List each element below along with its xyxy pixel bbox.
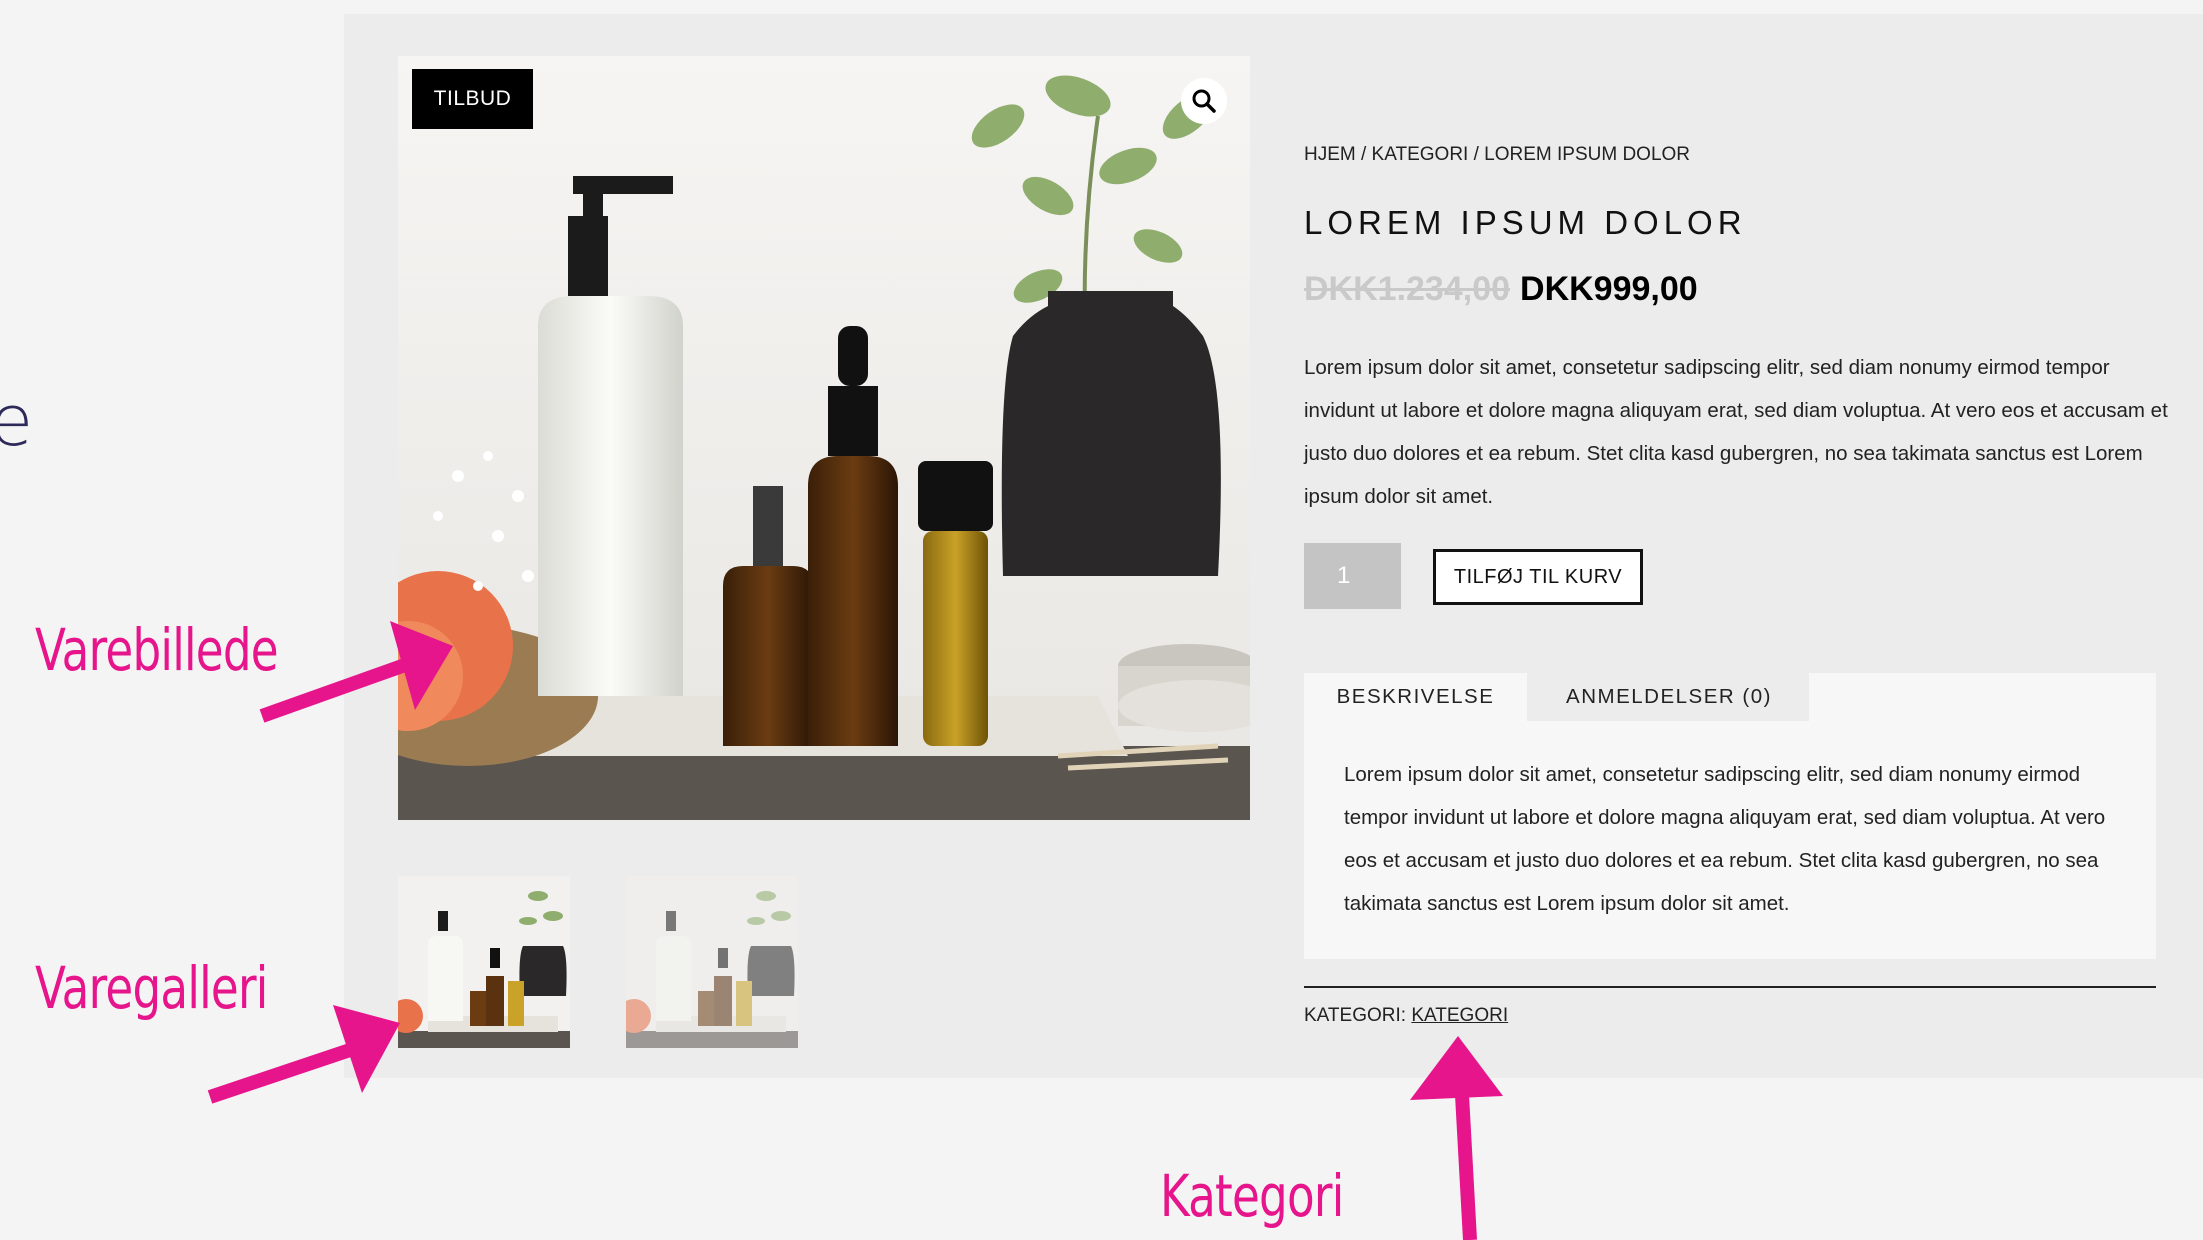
add-to-cart-button[interactable]: TILFØJ TIL KURV	[1433, 549, 1643, 605]
cropped-heading-fragment: e	[0, 380, 34, 462]
product-title: LOREM IPSUM DOLOR	[1304, 204, 1747, 241]
gallery-thumbnail[interactable]	[626, 876, 798, 1048]
zoom-button[interactable]	[1181, 78, 1227, 124]
product-meta: KATEGORI: KATEGORI	[1304, 1005, 1508, 1027]
short-description: Lorem ipsum dolor sit amet, consetetur s…	[1304, 356, 2168, 508]
magnifier-icon	[1192, 89, 1216, 113]
tab-description[interactable]: BESKRIVELSE	[1304, 673, 1527, 721]
tab-panel-description: Lorem ipsum dolor sit amet, consetetur s…	[1304, 721, 2156, 959]
tab-reviews[interactable]: ANMELDELSER (0)	[1529, 673, 1809, 721]
product-main-image[interactable]	[398, 56, 1250, 820]
sale-badge: TILBUD	[412, 69, 533, 129]
annotation-main-image: Varebillede	[35, 616, 279, 684]
product-tabs: BESKRIVELSE ANMELDELSER (0)	[1304, 673, 2156, 721]
meta-divider	[1304, 986, 2156, 988]
quantity-input[interactable]	[1304, 543, 1401, 609]
regular-price: DKK1.234,00	[1304, 270, 1511, 308]
sale-price: DKK999,00	[1520, 270, 1698, 308]
annotation-category: Kategori	[1160, 1162, 1344, 1230]
gallery-thumbnail[interactable]	[398, 876, 570, 1048]
breadcrumb[interactable]: HJEM / KATEGORI / LOREM IPSUM DOLOR	[1304, 144, 1690, 166]
price: DKK1.234,00 DKK999,00	[1304, 270, 1698, 309]
category-label: KATEGORI:	[1304, 1005, 1407, 1026]
annotation-gallery: Varegalleri	[35, 954, 268, 1022]
tab-bar-filler	[1809, 673, 2156, 721]
page: e TILBUD HJEM / KATEGORI / LOREM IPSUM D…	[0, 0, 2203, 1240]
category-link[interactable]: KATEGORI	[1411, 1005, 1508, 1026]
